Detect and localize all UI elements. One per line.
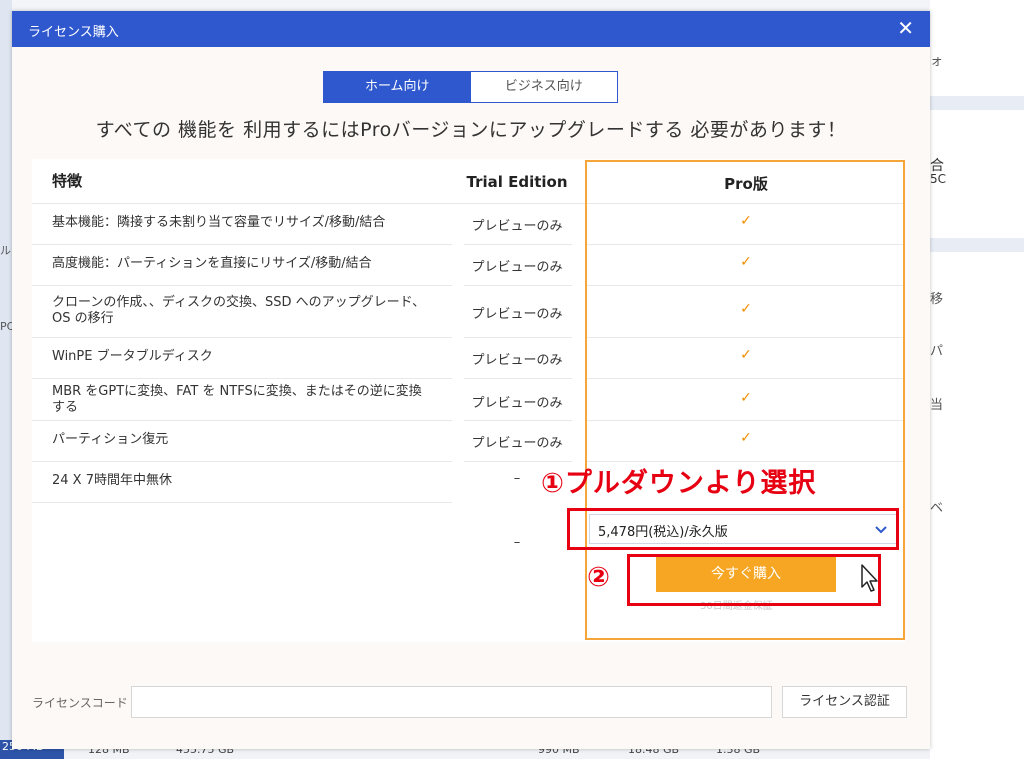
annotation-box-buy <box>627 554 881 606</box>
row-trial: プレビューのみ <box>471 353 563 368</box>
dialog-title: ライセンス購入 <box>28 25 119 40</box>
annotation-step1: ①プルダウンより選択 <box>541 468 817 499</box>
background-glyph: 5C <box>930 172 947 186</box>
row-trial: プレビューのみ <box>471 396 563 411</box>
background-glyph: 移 <box>930 292 944 307</box>
header-trial: Trial Edition <box>466 173 568 191</box>
tab-business[interactable]: ビジネス向け <box>470 72 617 102</box>
annotation-step2: ② <box>587 562 610 593</box>
annotation-box-dropdown <box>567 508 899 550</box>
price-row-trial: – <box>513 535 521 550</box>
row-feature: クローンの作成、、ディスクの交換、SSD へのアップグレード、OS の移行 <box>52 295 426 326</box>
row-trial: プレビューのみ <box>471 219 563 234</box>
activate-license-button[interactable]: ライセンス認証 <box>782 686 907 718</box>
row-feature: WinPE ブータブルディスク <box>52 349 213 364</box>
row-feature: MBR をGPTに変換、FAT を NTFSに変換、またはその逆に変換する <box>52 384 422 415</box>
close-icon[interactable]: ✕ <box>897 16 914 40</box>
row-feature: パーティション復元 <box>52 432 169 447</box>
background-glyph: ベ <box>930 501 944 516</box>
row-trial: プレビューのみ <box>471 436 563 451</box>
dialog-titlebar: ライセンス購入 ✕ <box>12 11 930 47</box>
background-glyph: 当 <box>930 398 944 413</box>
edition-tabs: ホーム向け ビジネス向け <box>323 71 618 103</box>
background-glyph: パ <box>930 344 944 359</box>
background-stripe <box>930 96 1024 110</box>
license-code-input[interactable] <box>131 686 772 718</box>
mouse-cursor-icon <box>860 563 882 593</box>
row-trial: プレビューのみ <box>471 260 563 275</box>
background-right-panel: ォ 合 5C 移 パ 当 ベ <box>930 0 1024 759</box>
row-trial: プレビューのみ <box>471 307 563 322</box>
background-glyph: ォ <box>930 54 944 69</box>
background-left-panel: ル PC <box>0 0 14 759</box>
row-feature: 24 X 7時間年中無休 <box>52 473 172 488</box>
upgrade-headline: すべての 機能を 利用するにはProバージョンにアップグレードする 必要がありま… <box>95 119 847 141</box>
row-feature: 基本機能：隣接する未割り当て容量でリサイズ/移動/結合 <box>52 215 386 230</box>
tab-home[interactable]: ホーム向け <box>324 72 471 102</box>
background-left-glyph: ル <box>0 244 11 257</box>
header-feature: 特徴 <box>52 172 83 190</box>
background-stripe <box>930 238 1024 252</box>
row-feature: 高度機能：パーティションを直接にリサイズ/移動/結合 <box>52 256 372 271</box>
license-code-label: ライセンスコード <box>32 696 128 710</box>
